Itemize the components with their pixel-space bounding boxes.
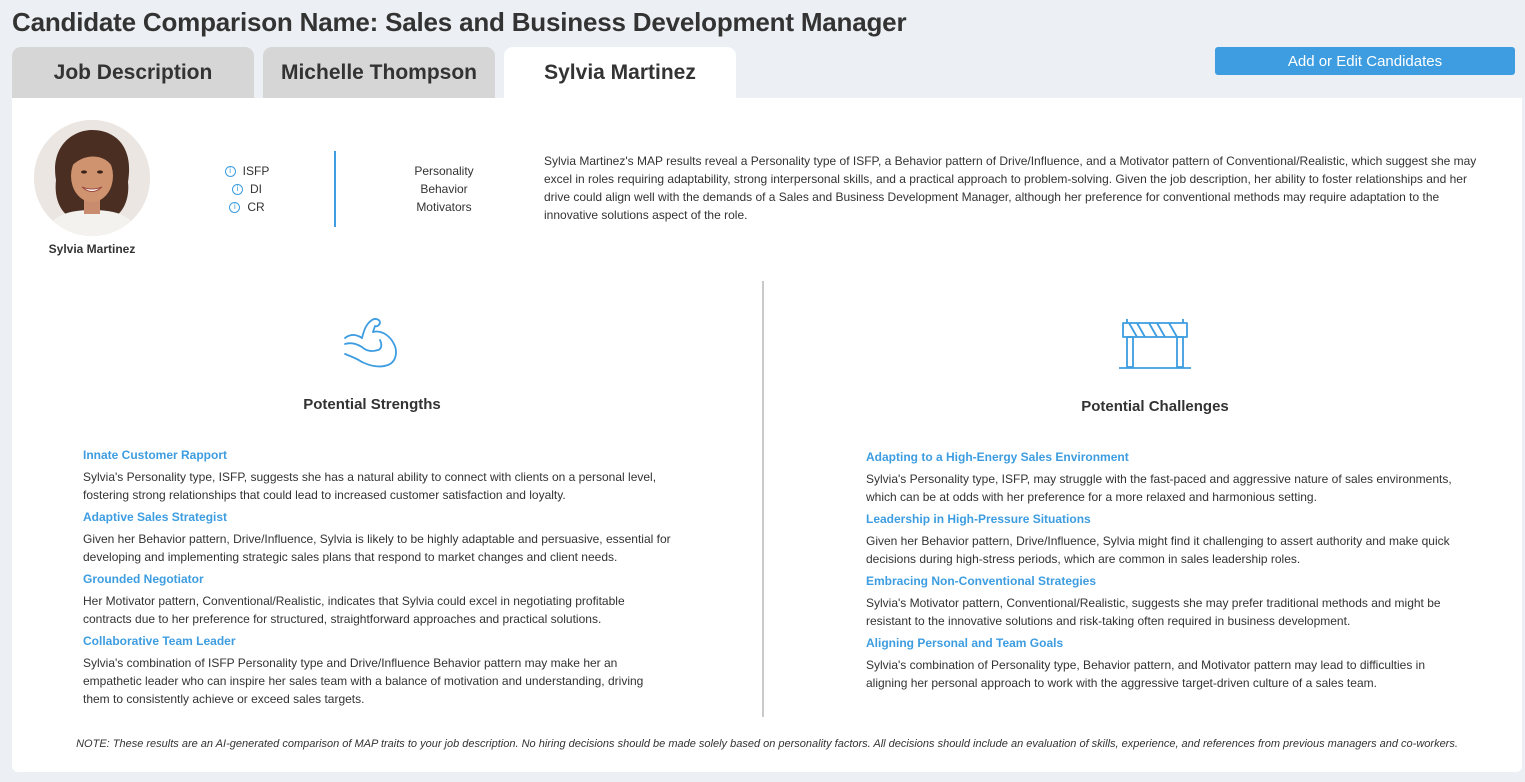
hurdle-barrier-icon xyxy=(1119,317,1191,378)
challenges-title: Potential Challenges xyxy=(1081,398,1229,415)
behavior-code: DI xyxy=(250,182,262,196)
code-row-behavior: i DI xyxy=(207,180,287,198)
strengths-list: Innate Customer Rapport Sylvia's Persona… xyxy=(83,446,673,712)
section-divider xyxy=(762,281,764,717)
flexed-arm-icon xyxy=(342,314,400,377)
challenge-item-text: Sylvia's combination of Personality type… xyxy=(866,658,1426,690)
strength-item-title[interactable]: Adaptive Sales Strategist xyxy=(83,508,673,526)
info-icon[interactable]: i xyxy=(229,201,241,213)
map-labels: Personality Behavior Motivators xyxy=(384,162,504,216)
personality-label: Personality xyxy=(414,164,474,178)
map-codes: i ISFP i DI i CR xyxy=(207,162,287,216)
strength-item-title[interactable]: Grounded Negotiator xyxy=(83,570,673,588)
motivator-code: CR xyxy=(247,200,265,214)
challenge-item-text: Given her Behavior pattern, Drive/Influe… xyxy=(866,534,1450,566)
candidate-name: Sylvia Martinez xyxy=(48,242,136,256)
strengths-title: Potential Strengths xyxy=(303,396,441,413)
strength-item-text: Given her Behavior pattern, Drive/Influe… xyxy=(83,532,671,564)
challenge-item-text: Sylvia's Motivator pattern, Conventional… xyxy=(866,596,1441,628)
personality-code: ISFP xyxy=(242,164,270,178)
page-title: Candidate Comparison Name: Sales and Bus… xyxy=(12,7,907,37)
challenges-list: Adapting to a High-Energy Sales Environm… xyxy=(866,448,1456,696)
tab-michelle-thompson[interactable]: Michelle Thompson xyxy=(263,47,495,98)
strength-item-text: Sylvia's combination of ISFP Personality… xyxy=(83,656,644,706)
strength-item-title[interactable]: Collaborative Team Leader xyxy=(83,632,673,650)
code-row-motivators: i CR xyxy=(207,198,287,216)
tab-job-description[interactable]: Job Description xyxy=(12,47,254,98)
disclaimer-note: NOTE: These results are an AI-generated … xyxy=(76,738,1458,750)
info-icon[interactable]: i xyxy=(224,165,236,177)
candidate-panel: Sylvia Martinez i ISFP i DI i CR Persona… xyxy=(12,98,1522,772)
code-row-personality: i ISFP xyxy=(207,162,287,180)
challenge-item-title[interactable]: Embracing Non-Conventional Strategies xyxy=(866,572,1456,590)
divider xyxy=(334,151,336,227)
avatar-photo-icon xyxy=(34,120,150,236)
candidate-summary: Sylvia Martinez's MAP results reveal a P… xyxy=(544,154,1477,222)
strength-item-text: Her Motivator pattern, Conventional/Real… xyxy=(83,594,625,626)
challenge-item-title[interactable]: Adapting to a High-Energy Sales Environm… xyxy=(866,448,1456,466)
strength-item-title[interactable]: Innate Customer Rapport xyxy=(83,446,673,464)
challenge-item-title[interactable]: Leadership in High-Pressure Situations xyxy=(866,510,1456,528)
motivators-label: Motivators xyxy=(416,200,472,214)
behavior-label: Behavior xyxy=(420,182,468,196)
avatar xyxy=(34,120,150,236)
add-edit-candidates-button[interactable]: Add or Edit Candidates xyxy=(1215,47,1515,75)
challenge-item-title[interactable]: Aligning Personal and Team Goals xyxy=(866,634,1456,652)
info-icon[interactable]: i xyxy=(232,183,243,195)
strength-item-text: Sylvia's Personality type, ISFP, suggest… xyxy=(83,470,657,502)
tab-sylvia-martinez[interactable]: Sylvia Martinez xyxy=(504,47,736,98)
challenge-item-text: Sylvia's Personality type, ISFP, may str… xyxy=(866,472,1452,504)
